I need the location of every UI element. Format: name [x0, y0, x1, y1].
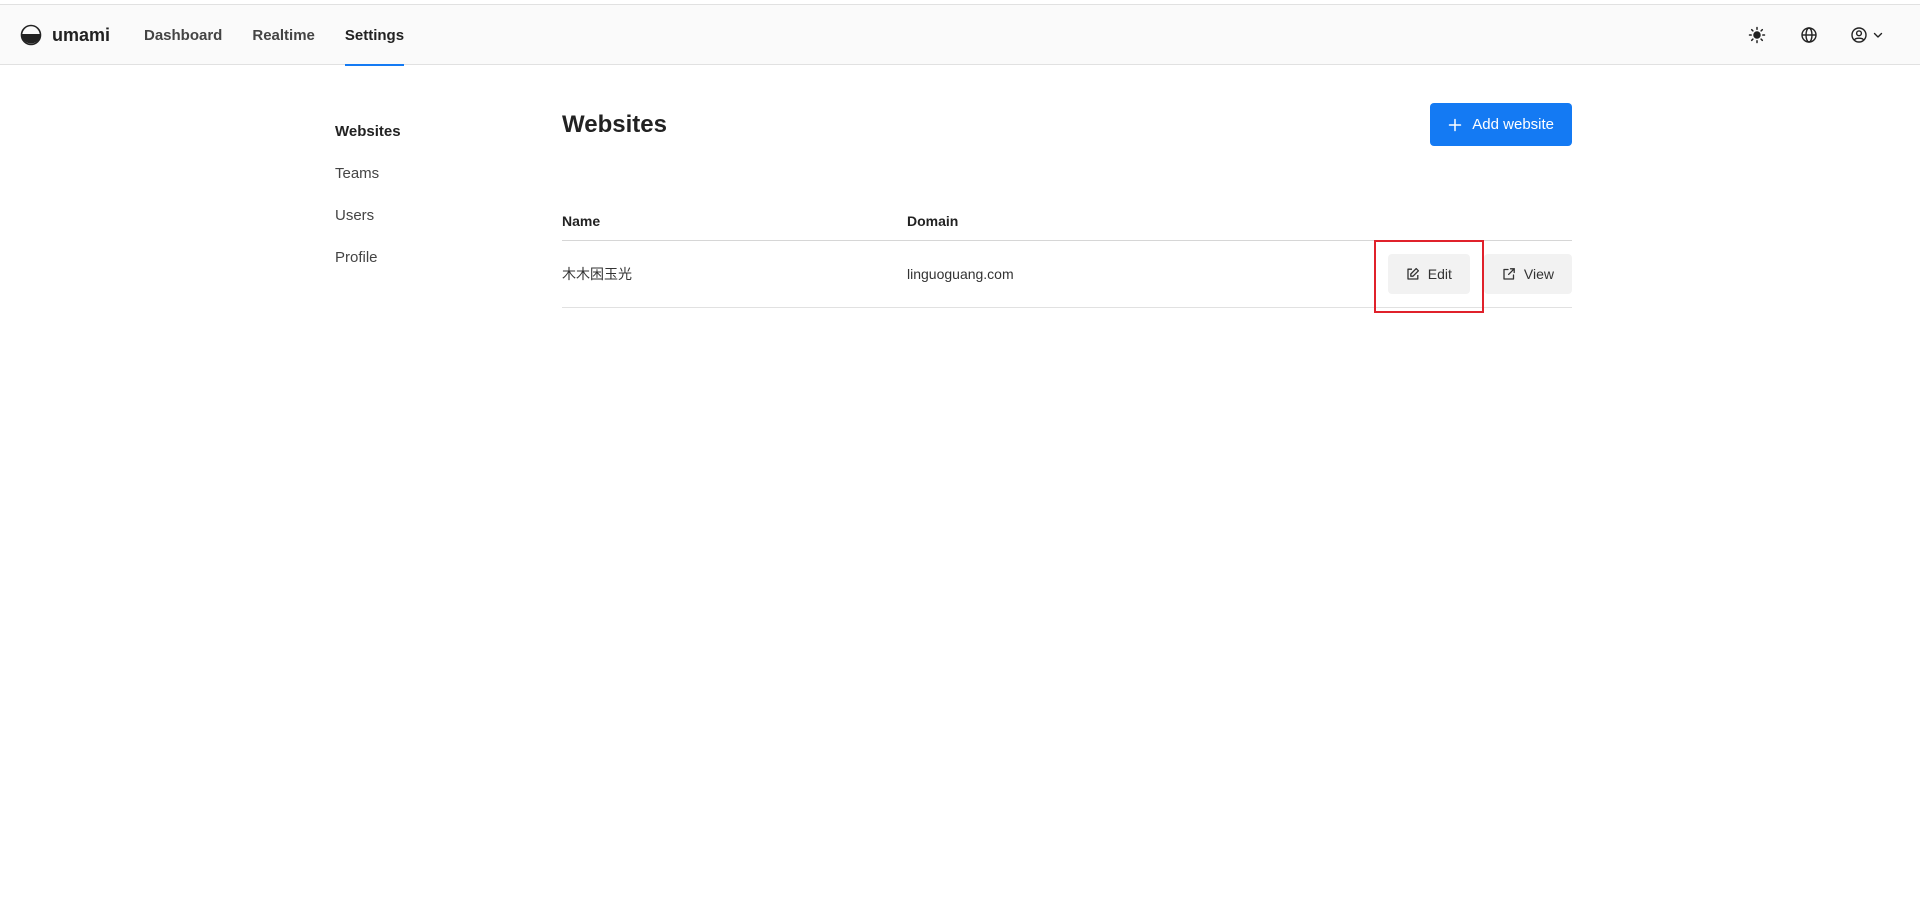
- edit-button[interactable]: Edit: [1387, 254, 1470, 294]
- add-website-label: Add website: [1472, 116, 1554, 133]
- website-domain: linguoguang.com: [907, 266, 1014, 282]
- external-link-icon: [1503, 268, 1515, 280]
- view-button[interactable]: View: [1483, 254, 1572, 294]
- websites-table: Name Domain 木木困玉光 linguoguang.com Edit V…: [562, 201, 1572, 313]
- app-logo[interactable]: umami: [20, 5, 110, 65]
- app-name: umami: [52, 24, 111, 45]
- nav-settings[interactable]: Settings: [344, 5, 405, 66]
- theme-toggle-button[interactable]: [1746, 20, 1768, 50]
- language-button[interactable]: [1798, 20, 1820, 50]
- settings-sidebar: Websites Teams Users Profile: [335, 110, 535, 278]
- main-content: Websites Add website Name Domain 木木困玉光 l…: [562, 103, 1572, 313]
- sidebar-item-teams[interactable]: Teams: [335, 152, 535, 194]
- chevron-down-icon: [1873, 32, 1883, 38]
- edit-label: Edit: [1427, 266, 1452, 282]
- plus-icon: [1449, 118, 1462, 131]
- sidebar-item-profile[interactable]: Profile: [335, 236, 535, 278]
- table-header: Name Domain: [562, 201, 1572, 241]
- page-title: Websites: [562, 110, 667, 138]
- row-actions: Edit View: [1373, 240, 1572, 313]
- sun-icon: [1748, 26, 1766, 44]
- nav-dashboard[interactable]: Dashboard: [144, 5, 222, 65]
- page-header: Websites Add website: [562, 103, 1572, 146]
- header-actions: [1746, 5, 1884, 65]
- add-website-button[interactable]: Add website: [1430, 103, 1572, 146]
- table-row: 木木困玉光 linguoguang.com Edit View: [562, 240, 1572, 313]
- umami-logo-icon: [20, 24, 42, 46]
- globe-icon: [1801, 27, 1817, 43]
- edit-icon: [1407, 267, 1419, 280]
- sidebar-item-users[interactable]: Users: [335, 194, 535, 236]
- profile-menu-button[interactable]: [1850, 20, 1884, 50]
- main-nav: Dashboard Realtime Settings: [144, 5, 405, 66]
- user-circle-icon: [1851, 27, 1867, 43]
- column-header-name: Name: [562, 212, 601, 229]
- nav-realtime[interactable]: Realtime: [252, 5, 315, 65]
- website-name: 木木困玉光: [562, 266, 632, 282]
- sidebar-item-websites[interactable]: Websites: [335, 110, 535, 152]
- view-label: View: [1523, 266, 1554, 282]
- column-header-domain: Domain: [907, 212, 959, 229]
- app-header: umami Dashboard Realtime Settings: [0, 5, 1920, 66]
